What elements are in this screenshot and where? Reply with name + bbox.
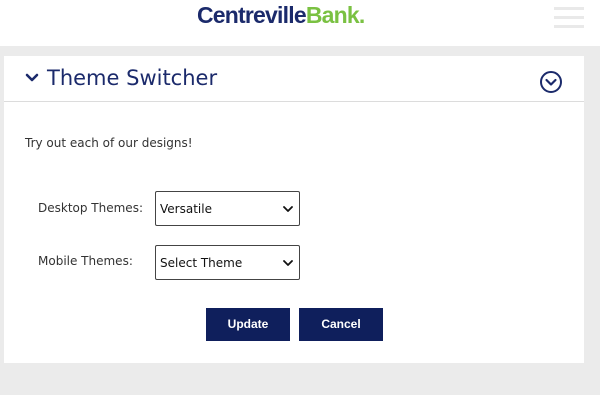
panel-title: Theme Switcher <box>47 66 218 90</box>
mobile-themes-label: Mobile Themes: <box>38 254 133 268</box>
dropdown-arrow-icon <box>283 260 293 266</box>
logo-text-secondary: Bank. <box>305 2 365 28</box>
desktop-themes-value: Versatile <box>160 202 212 216</box>
mobile-themes-value: Select Theme <box>160 256 243 270</box>
mobile-themes-select[interactable]: Select Theme <box>155 245 300 280</box>
logo-text-primary: Centreville <box>197 2 307 28</box>
centreville-bank-logo[interactable]: CentrevilleBank. <box>197 1 365 29</box>
intro-text: Try out each of our designs! <box>25 136 193 150</box>
desktop-themes-select[interactable]: Versatile <box>155 191 300 226</box>
theme-switcher-panel: Theme Switcher Try out each of our desig… <box>4 56 584 363</box>
hamburger-menu-icon[interactable] <box>554 7 584 29</box>
chevron-down-icon[interactable] <box>24 71 40 85</box>
dropdown-arrow-icon <box>283 206 293 212</box>
site-header: CentrevilleBank. <box>0 0 600 46</box>
update-button[interactable]: Update <box>206 308 290 341</box>
cancel-button[interactable]: Cancel <box>299 308 383 341</box>
desktop-themes-label: Desktop Themes: <box>38 201 143 215</box>
circle-chevron-down-icon[interactable] <box>539 70 563 94</box>
panel-header[interactable]: Theme Switcher <box>4 56 584 102</box>
